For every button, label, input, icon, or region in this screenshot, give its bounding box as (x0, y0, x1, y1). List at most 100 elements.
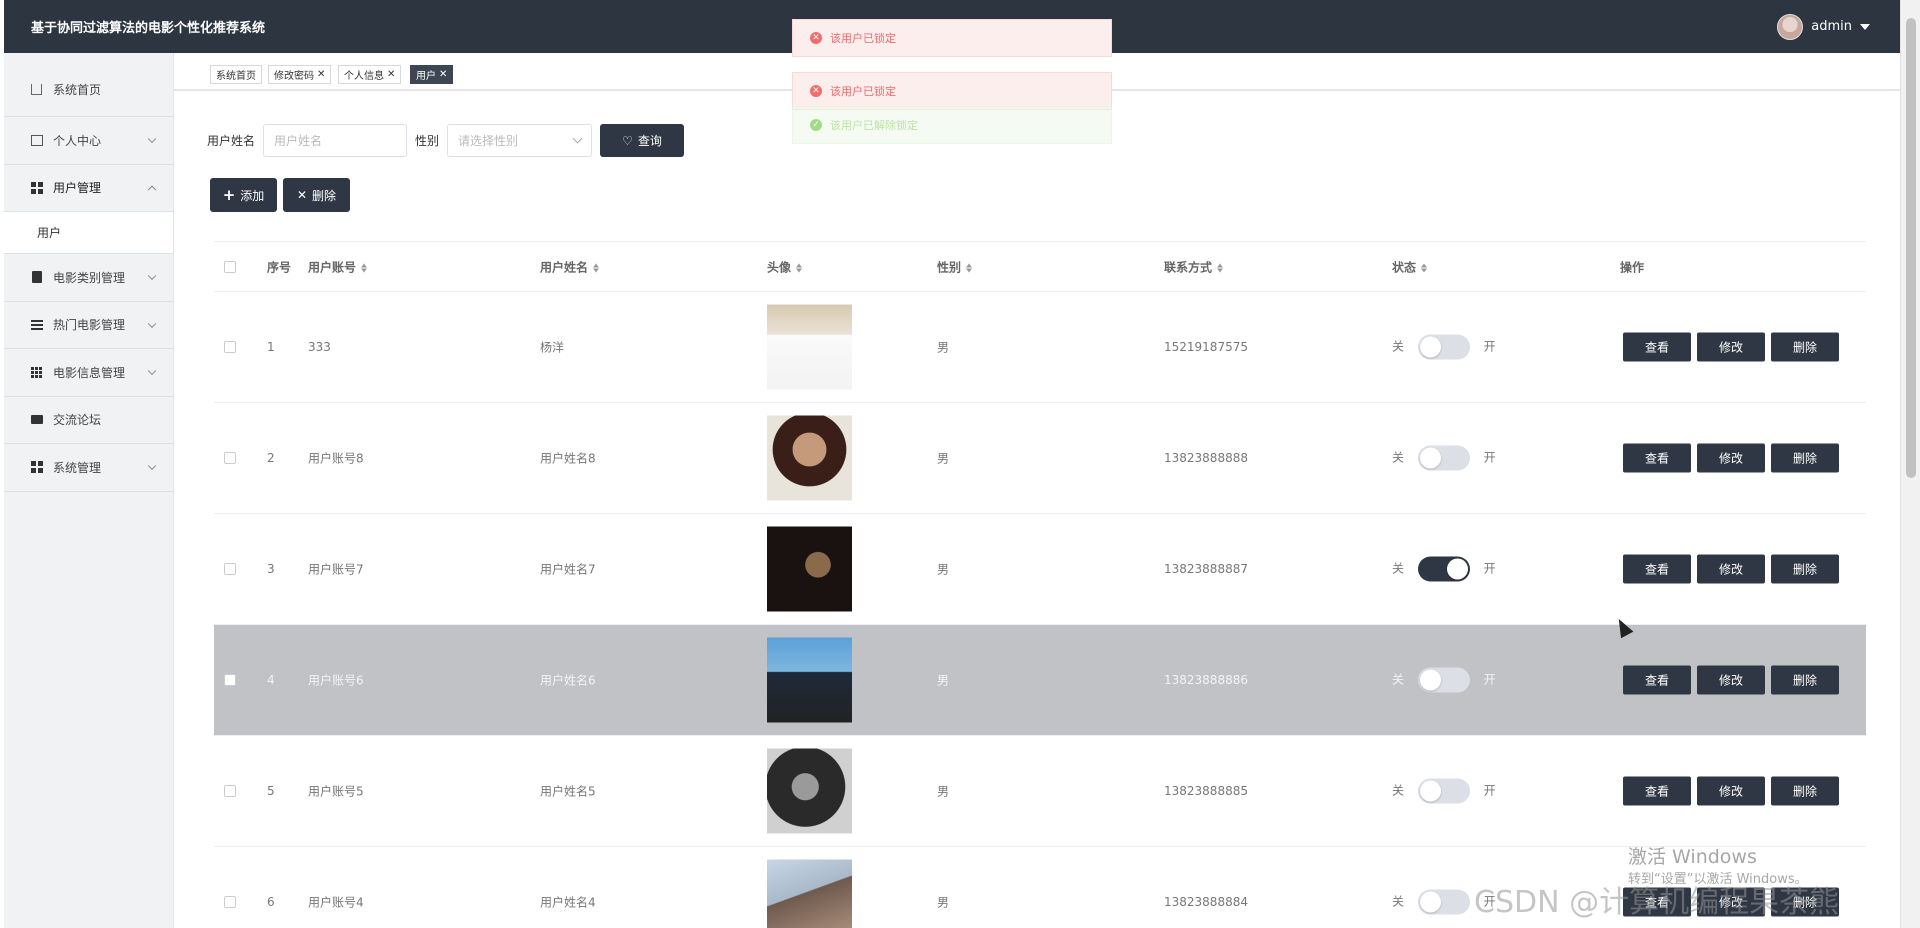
sort-icon[interactable] (966, 263, 973, 272)
table-row: 2 用户账号8 用户姓名8 男 13823888888 关 开 查看 修改 删除 (214, 403, 1866, 514)
edit-button[interactable]: 修改 (1697, 443, 1765, 473)
delete-button[interactable]: 删除 (1771, 443, 1839, 473)
activate-windows-title: 激活 Windows (1628, 846, 1757, 868)
sidebar-item-forum[interactable]: 交流论坛 (4, 397, 173, 444)
sidebar-item-home[interactable]: 系统首页 (4, 53, 173, 117)
delete-button[interactable]: 删除 (1771, 332, 1839, 362)
row-checkbox[interactable] (224, 674, 236, 686)
edit-button[interactable]: 修改 (1697, 776, 1765, 806)
toggle-knob[interactable] (1419, 669, 1441, 691)
add-button[interactable]: + 添加 (210, 178, 277, 212)
status-toggle[interactable] (1417, 667, 1470, 693)
sidebar-item-label: 电影信息管理 (53, 365, 126, 380)
edit-button[interactable]: 修改 (1697, 665, 1765, 695)
notification-error: ✕ 该用户已锁定 (792, 72, 1112, 110)
edit-button[interactable]: 修改 (1697, 554, 1765, 584)
col-contact[interactable]: 联系方式 (1164, 258, 1224, 275)
close-icon[interactable]: ✕ (387, 69, 395, 80)
notification-text: 该用户已锁定 (830, 32, 896, 45)
row-name: 用户姓名8 (540, 451, 596, 466)
status-toggle[interactable] (1417, 334, 1470, 360)
status-toggle[interactable] (1417, 889, 1470, 915)
status-toggle[interactable] (1417, 556, 1470, 582)
error-icon: ✕ (810, 32, 822, 44)
batch-delete-button[interactable]: ✕ 删除 (283, 178, 350, 212)
col-account[interactable]: 用户账号 (308, 258, 368, 275)
view-button[interactable]: 查看 (1623, 776, 1691, 806)
username[interactable]: admin (1811, 19, 1852, 34)
avatar-image (767, 637, 852, 723)
sort-icon[interactable] (796, 263, 803, 272)
sidebar-subitem-user[interactable]: 用户 (4, 212, 173, 254)
switch-off-label: 关 (1392, 672, 1405, 687)
sidebar-item-label: 电影类别管理 (53, 270, 126, 285)
close-icon[interactable]: ✕ (439, 69, 447, 80)
row-checkbox[interactable] (224, 341, 236, 353)
col-status[interactable]: 状态 (1392, 258, 1428, 275)
view-button[interactable]: 查看 (1623, 332, 1691, 362)
row-checkbox[interactable] (224, 563, 236, 575)
tab-personal-info[interactable]: 个人信息 ✕ (338, 65, 402, 84)
sidebar-item-personal-center[interactable]: 个人中心 (4, 117, 173, 165)
gender-select[interactable]: 请选择性别 (447, 124, 593, 157)
sidebar-item-movie-info[interactable]: 电影信息管理 (4, 349, 173, 397)
tab-home[interactable]: 系统首页 (210, 65, 262, 84)
row-checkbox[interactable] (224, 452, 236, 464)
delete-button[interactable]: 删除 (1771, 776, 1839, 806)
col-avatar[interactable]: 头像 (767, 258, 803, 275)
sidebar-item-movie-category[interactable]: 电影类别管理 (4, 254, 173, 302)
grid-icon (30, 366, 43, 379)
row-index: 4 (267, 673, 275, 687)
delete-button[interactable]: 删除 (1771, 665, 1839, 695)
col-label: 状态 (1392, 260, 1417, 274)
delete-button[interactable]: 删除 (1771, 554, 1839, 584)
row-index: 6 (267, 895, 275, 909)
notification-text: 该用户已锁定 (830, 85, 896, 98)
camera-icon (30, 413, 43, 426)
sidebar-item-hot-movies[interactable]: 热门电影管理 (4, 302, 173, 349)
sidebar-item-label: 系统首页 (53, 83, 102, 97)
close-icon: ✕ (296, 188, 308, 202)
row-name: 用户姓名6 (540, 673, 596, 688)
switch-on-label: 开 (1483, 783, 1496, 798)
scrollbar[interactable] (1900, 0, 1920, 928)
edit-button[interactable]: 修改 (1697, 332, 1765, 362)
toggle-knob[interactable] (1419, 336, 1441, 358)
sidebar-item-system-management[interactable]: 系统管理 (4, 444, 173, 492)
notification-error: ✕ 该用户已锁定 (792, 19, 1112, 57)
col-name[interactable]: 用户姓名 (540, 258, 600, 275)
sort-icon[interactable] (361, 263, 368, 272)
avatar[interactable] (1777, 13, 1804, 40)
toggle-knob[interactable] (1419, 447, 1441, 469)
col-label: 用户账号 (308, 260, 357, 274)
view-button[interactable]: 查看 (1623, 554, 1691, 584)
select-all-checkbox[interactable] (224, 260, 236, 273)
scrollbar-thumb[interactable] (1906, 18, 1916, 478)
view-button[interactable]: 查看 (1623, 443, 1691, 473)
toggle-knob[interactable] (1419, 780, 1441, 802)
caret-down-icon[interactable] (1860, 23, 1870, 30)
view-button[interactable]: 查看 (1623, 665, 1691, 695)
toggle-knob[interactable] (1446, 558, 1468, 580)
toggle-knob[interactable] (1419, 891, 1441, 913)
row-index: 2 (267, 451, 275, 465)
name-input[interactable]: 用户姓名 (263, 124, 408, 157)
row-name: 用户姓名5 (540, 784, 596, 799)
status-toggle[interactable] (1417, 445, 1470, 471)
system-title: 基于协同过滤算法的电影个性化推荐系统 (31, 21, 266, 36)
close-icon[interactable]: ✕ (317, 69, 325, 80)
row-checkbox[interactable] (224, 896, 236, 908)
sort-icon[interactable] (1421, 263, 1428, 272)
col-gender[interactable]: 性别 (937, 258, 973, 275)
switch-off-label: 关 (1392, 450, 1405, 465)
status-toggle[interactable] (1417, 778, 1470, 804)
row-checkbox[interactable] (224, 785, 236, 797)
sort-icon[interactable] (593, 263, 600, 272)
user-menu[interactable]: admin (1777, 13, 1870, 40)
sidebar-item-user-management[interactable]: 用户管理 (4, 165, 173, 212)
row-account: 用户账号7 (308, 562, 364, 577)
tab-change-password[interactable]: 修改密码 ✕ (268, 65, 332, 84)
query-button[interactable]: ♡ 查询 (600, 124, 685, 157)
sort-icon[interactable] (1217, 263, 1224, 272)
tab-user[interactable]: 用户 ✕ (410, 65, 454, 84)
